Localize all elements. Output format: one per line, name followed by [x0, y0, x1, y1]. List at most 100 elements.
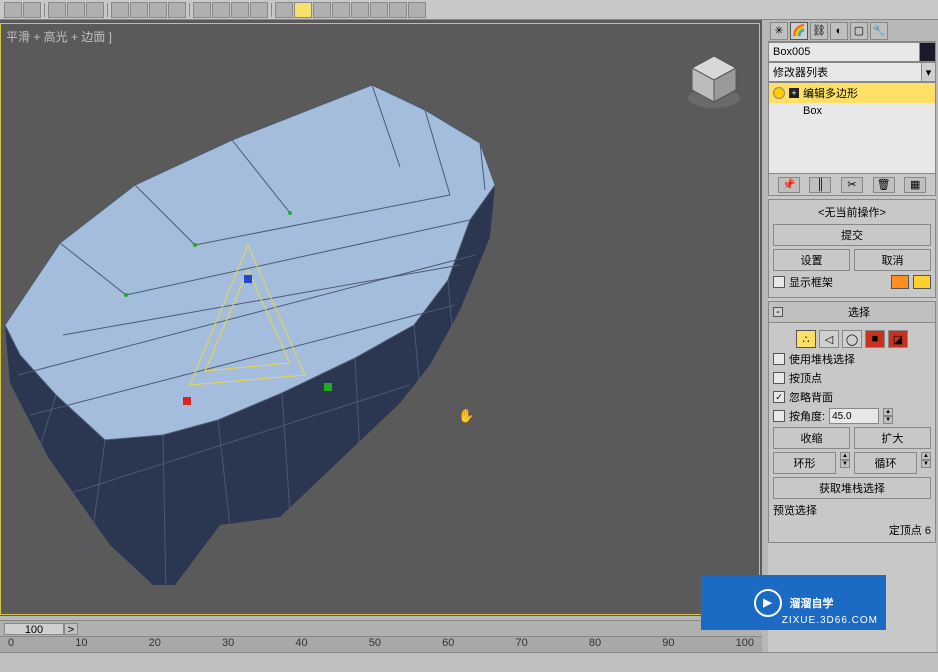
toolbar-icon[interactable]: [370, 2, 388, 18]
border-subobj-button[interactable]: ◯: [842, 330, 862, 348]
tick: 100: [736, 637, 754, 652]
toolbar-icon[interactable]: [332, 2, 350, 18]
toolbar-icon[interactable]: [275, 2, 293, 18]
toolbar-icon[interactable]: [111, 2, 129, 18]
ring-button[interactable]: 环形: [773, 452, 836, 474]
cancel-button[interactable]: 取消: [854, 249, 931, 271]
polygon-subobj-button[interactable]: ■: [865, 330, 885, 348]
use-stack-sel-checkbox[interactable]: [773, 353, 785, 365]
poly-mesh: [0, 45, 500, 585]
toolbar-icon[interactable]: [250, 2, 268, 18]
expand-icon[interactable]: +: [789, 88, 799, 98]
tick: 10: [75, 637, 87, 652]
tick: 70: [516, 637, 528, 652]
selection-rollout-header[interactable]: - 选择: [769, 302, 935, 323]
get-stack-sel-button[interactable]: 获取堆栈选择: [773, 477, 931, 499]
toolbar-icon[interactable]: [23, 2, 41, 18]
toolbar-icon[interactable]: [130, 2, 148, 18]
spin-down-icon[interactable]: ▼: [921, 460, 931, 468]
toolbar-icon[interactable]: [408, 2, 426, 18]
modifier-stack[interactable]: + 编辑多边形 Box: [768, 82, 936, 174]
loop-button[interactable]: 循环: [854, 452, 917, 474]
modifier-label: 编辑多边形: [803, 85, 858, 101]
motion-tab-icon[interactable]: ◐: [830, 22, 848, 40]
tick: 30: [222, 637, 234, 652]
viewport[interactable]: 平滑 + 高光 + 边面 ]: [0, 20, 762, 616]
spin-down-icon[interactable]: ▼: [883, 416, 893, 424]
modifier-item-edit-poly[interactable]: + 编辑多边形: [769, 83, 935, 103]
toolbar-icon[interactable]: [313, 2, 331, 18]
bulb-icon[interactable]: [773, 87, 785, 99]
modifier-item-box[interactable]: Box: [769, 103, 935, 119]
object-name-input[interactable]: [769, 43, 919, 61]
edge-subobj-button[interactable]: ◁: [819, 330, 839, 348]
watermark-text: 溜溜自学: [790, 595, 834, 611]
angle-spinner[interactable]: [829, 408, 879, 424]
toolbar-icon[interactable]: [86, 2, 104, 18]
dropdown-arrow-icon[interactable]: ▾: [921, 63, 935, 81]
top-toolbar: [0, 0, 938, 20]
toolbar-icon[interactable]: [149, 2, 167, 18]
cage-color-a[interactable]: [891, 275, 909, 289]
object-color-swatch[interactable]: [919, 43, 935, 61]
toolbar-icon[interactable]: [389, 2, 407, 18]
tick: 60: [442, 637, 454, 652]
utilities-tab-icon[interactable]: 🔧: [870, 22, 888, 40]
time-slider[interactable]: 100: [4, 623, 64, 635]
no-current-op-label: <无当前操作>: [773, 204, 931, 220]
toolbar-icon[interactable]: [294, 2, 312, 18]
remove-modifier-button[interactable]: 🗑: [873, 177, 895, 193]
time-slider-bar[interactable]: 100 >: [0, 620, 762, 636]
toolbar-icon[interactable]: [4, 2, 22, 18]
collapse-icon[interactable]: -: [773, 307, 783, 317]
show-result-button[interactable]: ║: [809, 177, 831, 193]
viewport-label[interactable]: 平滑 + 高光 + 边面 ]: [6, 28, 112, 45]
toolbar-icon[interactable]: [67, 2, 85, 18]
modifier-label: Box: [803, 105, 822, 117]
tick: 40: [295, 637, 307, 652]
viewcube[interactable]: [684, 50, 744, 110]
grow-button[interactable]: 扩大: [854, 427, 931, 449]
shrink-button[interactable]: 收缩: [773, 427, 850, 449]
modifier-stack-buttons: 📌 ║ ✂ 🗑 ▦: [768, 174, 936, 196]
selection-title: 选择: [787, 304, 931, 320]
time-next-button[interactable]: >: [64, 623, 78, 635]
current-operation-rollout: <无当前操作> 提交 设置 取消 显示框架: [768, 199, 936, 298]
toolbar-icon[interactable]: [48, 2, 66, 18]
toolbar-icon[interactable]: [193, 2, 211, 18]
display-tab-icon[interactable]: ▢: [850, 22, 868, 40]
by-angle-checkbox[interactable]: [773, 410, 785, 422]
settings-button[interactable]: 设置: [773, 249, 850, 271]
configure-sets-button[interactable]: ▦: [904, 177, 926, 193]
toolbar-icon[interactable]: [212, 2, 230, 18]
modify-tab-icon[interactable]: 🌈: [790, 22, 808, 40]
toolbar-icon[interactable]: [351, 2, 369, 18]
spin-up-icon[interactable]: ▲: [921, 452, 931, 460]
pin-stack-button[interactable]: 📌: [778, 177, 800, 193]
preview-sel-label: 预览选择: [773, 502, 931, 518]
ignore-backface-checkbox[interactable]: [773, 391, 785, 403]
commit-button[interactable]: 提交: [773, 224, 931, 246]
cage-color-b[interactable]: [913, 275, 931, 289]
tick: 0: [8, 637, 14, 652]
by-vertex-checkbox[interactable]: [773, 372, 785, 384]
toolbar-icon[interactable]: [231, 2, 249, 18]
play-icon: ▶: [754, 589, 782, 617]
show-cage-label: 显示框架: [789, 274, 833, 290]
ignore-backface-label: 忽略背面: [789, 389, 833, 405]
create-tab-icon[interactable]: ✳: [770, 22, 788, 40]
make-unique-button[interactable]: ✂: [841, 177, 863, 193]
spin-up-icon[interactable]: ▲: [840, 452, 850, 460]
vertex-subobj-button[interactable]: ∴: [796, 330, 816, 348]
spin-down-icon[interactable]: ▼: [840, 460, 850, 468]
show-cage-checkbox[interactable]: [773, 276, 785, 288]
toolbar-icon[interactable]: [168, 2, 186, 18]
spin-up-icon[interactable]: ▲: [883, 408, 893, 416]
timeline-ruler[interactable]: 0 10 20 30 40 50 60 70 80 90 100: [0, 636, 762, 652]
hierarchy-tab-icon[interactable]: ⛓: [810, 22, 828, 40]
use-stack-sel-label: 使用堆栈选择: [789, 351, 855, 367]
by-angle-label: 按角度:: [789, 408, 825, 424]
modifier-list-dropdown[interactable]: [769, 63, 921, 81]
tick: 90: [662, 637, 674, 652]
element-subobj-button[interactable]: ◪: [888, 330, 908, 348]
